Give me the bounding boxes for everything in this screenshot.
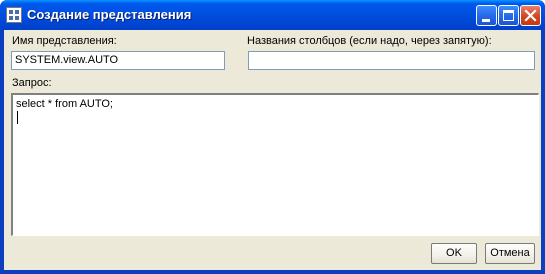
close-button[interactable] — [520, 5, 541, 26]
query-text: select * from AUTO; — [16, 98, 113, 110]
columns-input[interactable] — [248, 51, 535, 70]
dialog-body: Имя представления: SYSTEM.view.AUTO Назв… — [4, 30, 541, 270]
view-name-label: Имя представления: — [12, 35, 117, 47]
query-textarea[interactable]: select * from AUTO; — [11, 93, 539, 236]
minimize-icon — [482, 19, 490, 22]
dialog-window: Создание представления Имя представления… — [0, 0, 545, 274]
window-frame-bottom — [0, 270, 545, 274]
minimize-button[interactable] — [476, 5, 497, 26]
title-bar[interactable]: Создание представления — [0, 0, 545, 30]
window-title: Создание представления — [27, 7, 192, 22]
close-icon — [524, 9, 537, 22]
window-frame-right — [541, 30, 545, 274]
maximize-button[interactable] — [498, 5, 519, 26]
maximize-icon — [503, 10, 514, 21]
columns-label: Названия столбцов (если надо, через запя… — [247, 35, 492, 47]
text-caret — [17, 111, 18, 124]
window-icon — [6, 7, 22, 23]
query-label: Запрос: — [12, 77, 52, 89]
cancel-button[interactable]: Отмена — [485, 243, 535, 264]
view-name-input[interactable]: SYSTEM.view.AUTO — [11, 51, 225, 70]
ok-button[interactable]: OK — [431, 243, 477, 264]
